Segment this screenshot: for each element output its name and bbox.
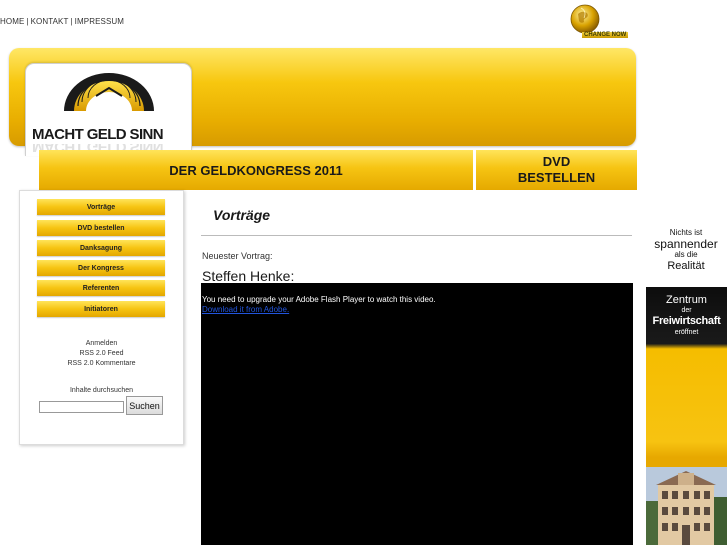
change-now-logo[interactable]: CHANGE NOW [566, 4, 638, 44]
ad1-line4: Realität [667, 260, 705, 272]
video-player[interactable]: You need to upgrade your Adobe Flash Pla… [201, 283, 633, 545]
meta-links: Anmelden RSS 2.0 Feed RSS 2.0 Kommentare [20, 339, 183, 369]
ad2-line4: eröffnet [674, 329, 699, 336]
sidebar-item-der-kongress[interactable]: Der Kongress [37, 260, 165, 276]
speaker-name: Steffen Henke: [202, 268, 295, 284]
congress-title: DER GELDKONGRESS 2011 [169, 162, 343, 178]
ad1-line3: als die [674, 250, 698, 259]
ad1-line2: spannender [654, 237, 718, 251]
divider [201, 235, 632, 236]
change-now-logo-text: CHANGE NOW [582, 32, 629, 38]
nav-separator: | [26, 17, 29, 26]
sidebar-item-danksagung[interactable]: Danksagung [37, 240, 165, 256]
site-logo-text: MACHT GELD SINN [32, 126, 164, 143]
realitaet-ad[interactable]: Nichts ist spannender als die Realität [645, 228, 727, 283]
search-input[interactable] [39, 401, 124, 413]
site-logo[interactable]: MACHT GELD SINN MACHT GELD SINN [25, 63, 192, 156]
rising-sun-logo-icon [64, 73, 154, 111]
sidebar-item-dvd-bestellen[interactable]: DVD bestellen [37, 220, 165, 236]
nav-kontakt-link[interactable]: KONTAKT [31, 17, 69, 26]
sidebar: Vorträge DVD bestellen Danksagung Der Ko… [19, 190, 184, 445]
globe-icon [570, 4, 600, 34]
flash-upgrade-message: You need to upgrade your Adobe Flash Pla… [202, 295, 436, 304]
dvd-order-line2: BESTELLEN [517, 170, 596, 185]
sidebar-item-vortraege[interactable]: Vorträge [37, 199, 165, 215]
dvd-order-button[interactable]: DVD BESTELLEN [476, 150, 637, 190]
top-nav: HOME | KONTAKT | IMPRESSUM [0, 17, 124, 26]
search-button[interactable]: Suchen [126, 396, 163, 415]
rss-feed-link[interactable]: RSS 2.0 Feed [80, 350, 124, 357]
search-label: Inhalte durchsuchen [69, 387, 134, 394]
login-link[interactable]: Anmelden [86, 340, 118, 347]
nav-separator: | [70, 17, 73, 26]
ad2-line3: Freiwirtschaft [652, 315, 721, 327]
latest-talk-label: Neuester Vortrag: [202, 251, 273, 261]
building-photo-icon [646, 467, 727, 545]
freiwirtschaft-ad[interactable]: Zentrum der Freiwirtschaft eröffnet [646, 287, 727, 545]
ad2-line1: Zentrum [666, 294, 707, 306]
sidebar-item-initiatoren[interactable]: Initiatoren [37, 301, 165, 317]
congress-title-bar[interactable]: DER GELDKONGRESS 2011 [39, 150, 473, 190]
nav-impressum-link[interactable]: IMPRESSUM [75, 17, 124, 26]
sidebar-item-referenten[interactable]: Referenten [37, 280, 165, 296]
page-title: Vorträge [213, 207, 271, 223]
rss-comments-link[interactable]: RSS 2.0 Kommentare [67, 360, 135, 367]
dvd-order-line1: DVD [542, 154, 571, 169]
nav-home-link[interactable]: HOME [0, 17, 24, 26]
ad2-line2: der [681, 307, 692, 314]
flash-download-link[interactable]: Download it from Adobe. [202, 305, 289, 314]
